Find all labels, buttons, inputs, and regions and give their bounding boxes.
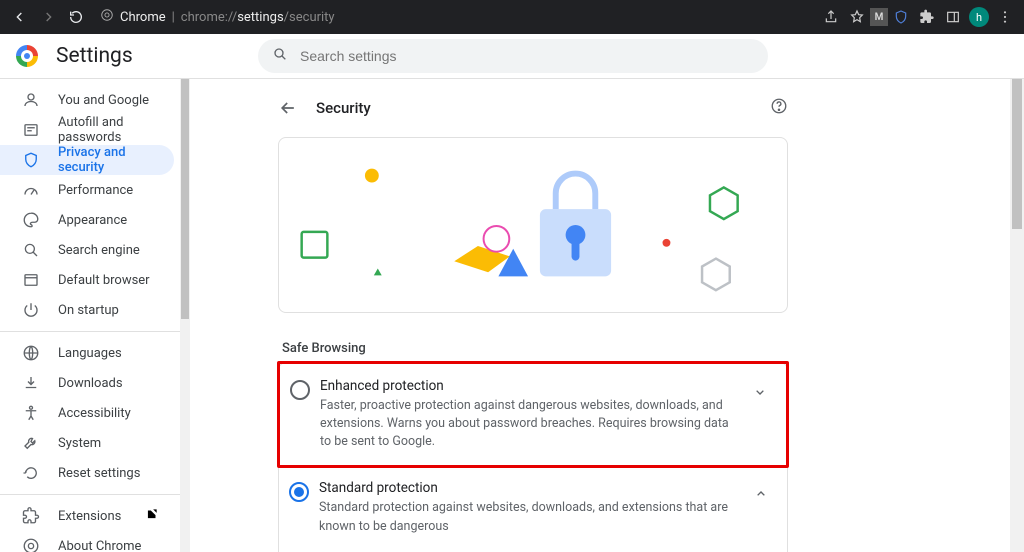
sidebar-item-on-startup[interactable]: On startup bbox=[0, 295, 174, 325]
option-enhanced-protection[interactable]: Enhanced protection Faster, proactive pr… bbox=[277, 361, 789, 468]
external-link-icon bbox=[145, 507, 159, 525]
page-title: Security bbox=[316, 99, 752, 117]
radio-enhanced[interactable] bbox=[290, 380, 310, 400]
address-bar[interactable]: Chrome | chrome://settings/security bbox=[100, 8, 335, 26]
search-input[interactable] bbox=[300, 48, 754, 64]
safe-browsing-label: Safe Browsing bbox=[282, 341, 788, 356]
browser-icon bbox=[22, 271, 40, 289]
sidebar-item-label: Search engine bbox=[58, 243, 140, 258]
nav-forward-button[interactable] bbox=[34, 3, 62, 31]
sidebar-item-languages[interactable]: Languages bbox=[0, 338, 174, 368]
person-icon bbox=[22, 91, 40, 109]
autofill-icon bbox=[22, 121, 40, 139]
browser-toolbar: Chrome | chrome://settings/security M h bbox=[0, 0, 1024, 34]
share-icon[interactable] bbox=[818, 4, 844, 30]
sidebar-item-label: Appearance bbox=[58, 213, 127, 228]
sidebar-item-label: Extensions bbox=[58, 509, 121, 524]
sidebar-item-reset[interactable]: Reset settings bbox=[0, 458, 174, 488]
safe-browsing-card: Enhanced protection Faster, proactive pr… bbox=[278, 362, 788, 552]
sidebar-item-label: Downloads bbox=[58, 376, 123, 391]
settings-sidebar: You and Google Autofill and passwords Pr… bbox=[0, 79, 180, 552]
sidebar-item-label: Languages bbox=[58, 346, 122, 361]
option-description: Faster, proactive protection against dan… bbox=[320, 397, 740, 451]
sidebar-item-privacy-security[interactable]: Privacy and security bbox=[0, 145, 174, 175]
puzzle-icon bbox=[22, 507, 40, 525]
sidebar-item-label: Default browser bbox=[58, 273, 150, 288]
content-scrollbar[interactable] bbox=[1010, 79, 1024, 552]
sidebar-item-about-chrome[interactable]: About Chrome bbox=[0, 531, 174, 552]
sidebar-item-autofill[interactable]: Autofill and passwords bbox=[0, 115, 174, 145]
sidebar-item-label: About Chrome bbox=[58, 539, 141, 552]
option-description: Standard protection against websites, do… bbox=[319, 499, 741, 535]
search-icon bbox=[22, 241, 40, 259]
sidebar-item-search-engine[interactable]: Search engine bbox=[0, 235, 174, 265]
speedometer-icon bbox=[22, 181, 40, 199]
sidebar-item-label: System bbox=[58, 436, 101, 451]
chrome-logo-icon bbox=[16, 45, 38, 67]
power-icon bbox=[22, 301, 40, 319]
bookmark-star-icon[interactable] bbox=[844, 4, 870, 30]
option-standard-protection[interactable]: Standard protection Standard protection … bbox=[279, 466, 787, 549]
sidebar-item-you-and-google[interactable]: You and Google bbox=[0, 85, 174, 115]
accessibility-icon bbox=[22, 404, 40, 422]
extensions-puzzle-icon[interactable] bbox=[914, 4, 940, 30]
kebab-menu-icon[interactable] bbox=[992, 4, 1018, 30]
sidebar-item-extensions[interactable]: Extensions bbox=[0, 501, 174, 531]
sidebar-item-label: Autofill and passwords bbox=[58, 115, 174, 145]
globe-icon bbox=[22, 344, 40, 362]
help-icon[interactable] bbox=[770, 97, 788, 119]
extension-m-icon[interactable]: M bbox=[870, 8, 888, 26]
palette-icon bbox=[22, 211, 40, 229]
sidebar-item-label: Performance bbox=[58, 183, 133, 198]
sidebar-item-label: You and Google bbox=[58, 93, 149, 108]
nav-back-button[interactable] bbox=[6, 3, 34, 31]
sidebar-item-accessibility[interactable]: Accessibility bbox=[0, 398, 174, 428]
security-hero-illustration bbox=[278, 137, 788, 313]
url-host: Chrome bbox=[120, 10, 166, 25]
content-scrollbar-thumb[interactable] bbox=[1012, 79, 1022, 229]
sidebar-scrollbar[interactable] bbox=[180, 79, 190, 552]
sidebar-item-label: Reset settings bbox=[58, 466, 140, 481]
search-icon bbox=[272, 46, 288, 66]
chevron-up-icon[interactable] bbox=[751, 484, 771, 504]
sidebar-item-system[interactable]: System bbox=[0, 428, 174, 458]
wrench-icon bbox=[22, 434, 40, 452]
sidebar-item-appearance[interactable]: Appearance bbox=[0, 205, 174, 235]
settings-search[interactable] bbox=[258, 39, 768, 73]
radio-standard[interactable] bbox=[289, 482, 309, 502]
shield-icon bbox=[22, 151, 40, 169]
shield-icon[interactable] bbox=[888, 4, 914, 30]
sidebar-divider bbox=[0, 494, 180, 495]
profile-avatar[interactable]: h bbox=[966, 4, 992, 30]
chrome-icon bbox=[22, 537, 40, 552]
panel-icon[interactable] bbox=[940, 4, 966, 30]
chevron-down-icon[interactable] bbox=[750, 382, 770, 402]
sidebar-item-downloads[interactable]: Downloads bbox=[0, 368, 174, 398]
nav-reload-button[interactable] bbox=[62, 3, 90, 31]
option-title: Enhanced protection bbox=[320, 378, 740, 394]
sidebar-scrollbar-thumb[interactable] bbox=[181, 79, 189, 319]
sidebar-item-label: Privacy and security bbox=[58, 145, 174, 175]
app-title: Settings bbox=[56, 44, 133, 68]
option-title: Standard protection bbox=[319, 480, 741, 496]
back-button[interactable] bbox=[278, 98, 298, 118]
sidebar-item-label: Accessibility bbox=[58, 406, 131, 421]
chrome-logo-icon bbox=[100, 8, 114, 26]
reset-icon bbox=[22, 464, 40, 482]
sidebar-item-label: On startup bbox=[58, 303, 119, 318]
sidebar-item-performance[interactable]: Performance bbox=[0, 175, 174, 205]
settings-header: Settings bbox=[0, 34, 1024, 79]
download-icon bbox=[22, 374, 40, 392]
sidebar-divider bbox=[0, 331, 180, 332]
sidebar-item-default-browser[interactable]: Default browser bbox=[0, 265, 174, 295]
